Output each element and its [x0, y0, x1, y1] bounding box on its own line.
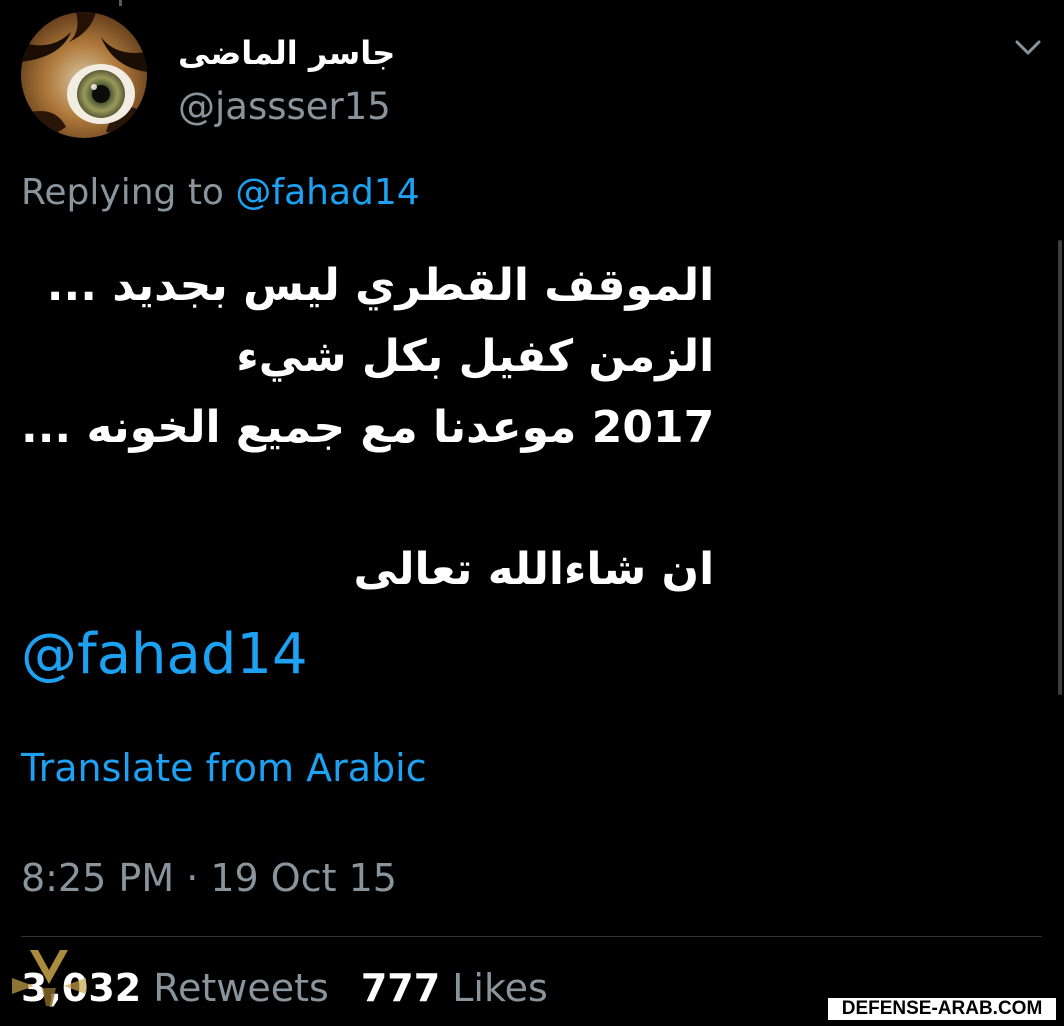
watermark-badge: DEFENSE-ARAB.COM: [826, 996, 1058, 1022]
tiger-eye-icon: [21, 12, 147, 138]
divider: [21, 936, 1042, 937]
likes-label: Likes: [452, 966, 548, 1010]
replying-prefix: Replying to: [21, 172, 236, 213]
avatar[interactable]: [21, 12, 147, 138]
tweet-stats: 3,032 Retweets777 Likes: [21, 966, 548, 1010]
retweets-label: Retweets: [153, 966, 329, 1010]
tweet-line-5: ان شاءالله تعالى: [353, 544, 715, 595]
tweet-timestamp: 8:25 PM · 19 Oct 15: [21, 856, 397, 900]
chevron-down-icon[interactable]: [1012, 34, 1044, 62]
tweet-line-1: الموقف القطري ليس بجديد ...: [46, 260, 715, 311]
tweet-line-2: الزمن كفيل بكل شيء: [236, 331, 715, 382]
tweet-line-3: 2017 موعدنا مع جميع الخونه ...: [21, 402, 715, 453]
scrollbar[interactable]: [1058, 240, 1062, 695]
translate-link[interactable]: Translate from Arabic: [21, 746, 427, 790]
author-display-name[interactable]: جاسر الماضى: [178, 34, 395, 72]
mention-link[interactable]: @fahad14: [21, 622, 308, 687]
replying-to: Replying to @fahad14: [21, 172, 420, 213]
top-edge-marker: [119, 0, 122, 6]
author-handle[interactable]: @jassser15: [178, 85, 391, 128]
watermark-site: DEFENSE-ARAB.COM: [841, 998, 1043, 1019]
likes-stat[interactable]: 777 Likes: [361, 966, 548, 1010]
watermark-logo: [12, 950, 86, 1006]
likes-count: 777: [360, 966, 441, 1010]
tweet-text: الموقف القطري ليس بجديد ... الزمن كفيل ب…: [21, 250, 714, 605]
replying-mention-link[interactable]: @fahad14: [235, 172, 419, 213]
tweet-line-4: [21, 463, 714, 534]
